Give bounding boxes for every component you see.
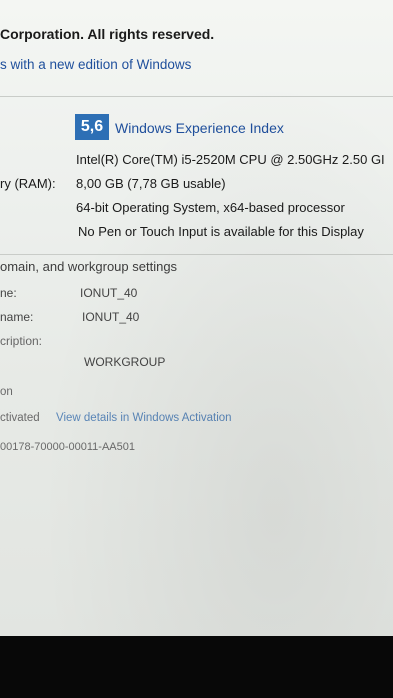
ram-label: ry (RAM): [0, 176, 56, 191]
ram-value: 8,00 GB (7,78 GB usable) [76, 176, 226, 191]
system-properties-window: Corporation. All rights reserved. s with… [0, 0, 393, 636]
activation-status: ctivated [0, 412, 40, 424]
product-id: 00178-70000-00011-AA501 [0, 441, 135, 453]
divider [0, 254, 393, 255]
domain-section-title: omain, and workgroup settings [0, 259, 178, 274]
full-name-value: IONUT_40 [82, 310, 140, 324]
processor-value: Intel(R) Core(TM) i5-2520M CPU @ 2.50GHz… [76, 152, 385, 167]
rating-badge[interactable]: 5,6 [75, 114, 109, 140]
computer-name-value: IONUT_40 [80, 286, 138, 300]
system-type-value: 64-bit Operating System, x64-based proce… [76, 200, 345, 215]
workgroup-value: WORKGROUP [84, 355, 166, 369]
copyright-text: Corporation. All rights reserved. [0, 26, 215, 42]
divider [0, 96, 393, 97]
full-name-label: name: [0, 310, 34, 324]
pen-touch-value: No Pen or Touch Input is available for t… [78, 224, 364, 239]
activation-details-link[interactable]: View details in Windows Activation [56, 412, 232, 424]
description-label: cription: [0, 334, 43, 348]
monitor-bezel [0, 636, 393, 698]
new-edition-link[interactable]: s with a new edition of Windows [0, 57, 191, 72]
experience-index-link[interactable]: Windows Experience Index [115, 120, 284, 136]
activation-section-title: on [0, 386, 13, 398]
computer-name-label: ne: [0, 286, 17, 300]
